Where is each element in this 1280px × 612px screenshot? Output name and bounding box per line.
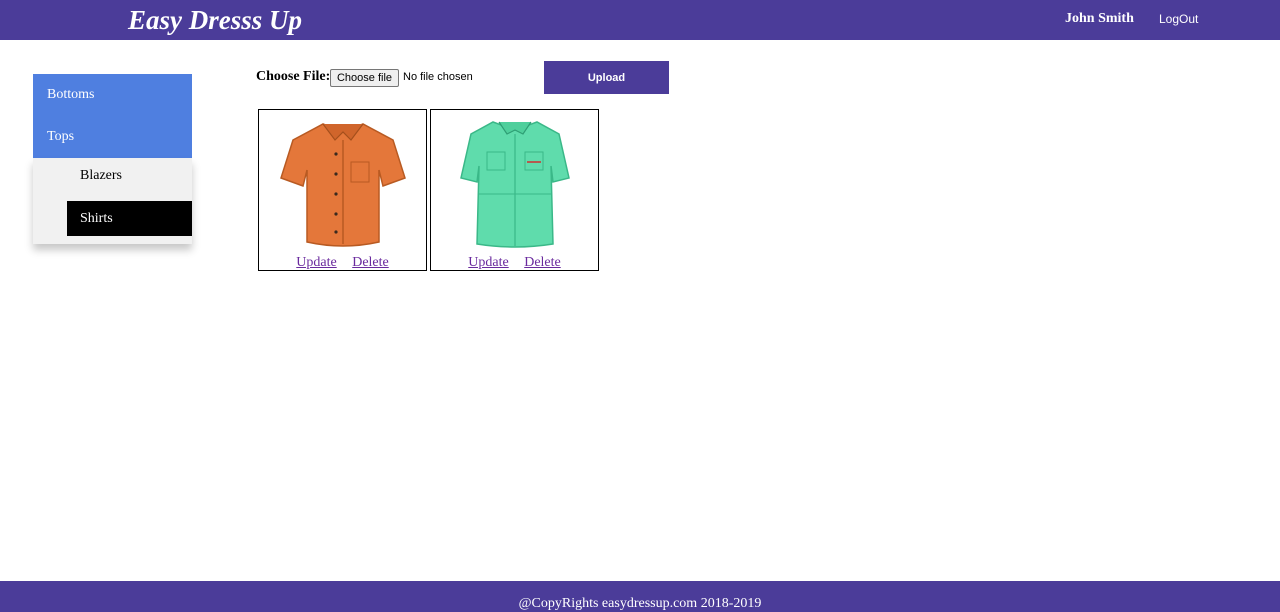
footer: @CopyRights easydressup.com 2018-2019 (0, 581, 1280, 612)
item-card: Update Delete (258, 109, 427, 271)
update-link[interactable]: Update (296, 255, 336, 270)
tops-submenu: Blazers Shirts (33, 158, 192, 244)
file-status-text: No file chosen (403, 71, 473, 83)
update-link[interactable]: Update (468, 255, 508, 270)
delete-link[interactable]: Delete (352, 255, 389, 270)
delete-link[interactable]: Delete (524, 255, 561, 270)
choose-file-button[interactable]: Choose file (330, 69, 399, 87)
top-navbar: Easy Dresss Up John Smith LogOut (0, 0, 1280, 40)
brand-logo[interactable]: Easy Dresss Up (128, 4, 302, 36)
item-actions: Update Delete (259, 255, 426, 271)
logout-link[interactable]: LogOut (1159, 12, 1198, 26)
item-card: Update Delete (430, 109, 599, 271)
item-actions: Update Delete (431, 255, 598, 271)
sidebar-item-tops[interactable]: Tops (33, 116, 192, 158)
user-name: John Smith (1065, 11, 1134, 26)
mint-shirt-image (460, 121, 570, 248)
submenu-item-blazers[interactable]: Blazers (67, 158, 192, 193)
category-sidebar: Bottoms Tops Blazers Shirts (33, 74, 192, 244)
submenu-item-shirts[interactable]: Shirts (67, 201, 192, 236)
upload-button[interactable]: Upload (544, 61, 669, 94)
copyright-text: @CopyRights easydressup.com 2018-2019 (518, 596, 762, 611)
sidebar-item-bottoms[interactable]: Bottoms (33, 74, 192, 116)
orange-shirt-image (280, 123, 406, 247)
choose-file-label: Choose File: (256, 69, 331, 84)
